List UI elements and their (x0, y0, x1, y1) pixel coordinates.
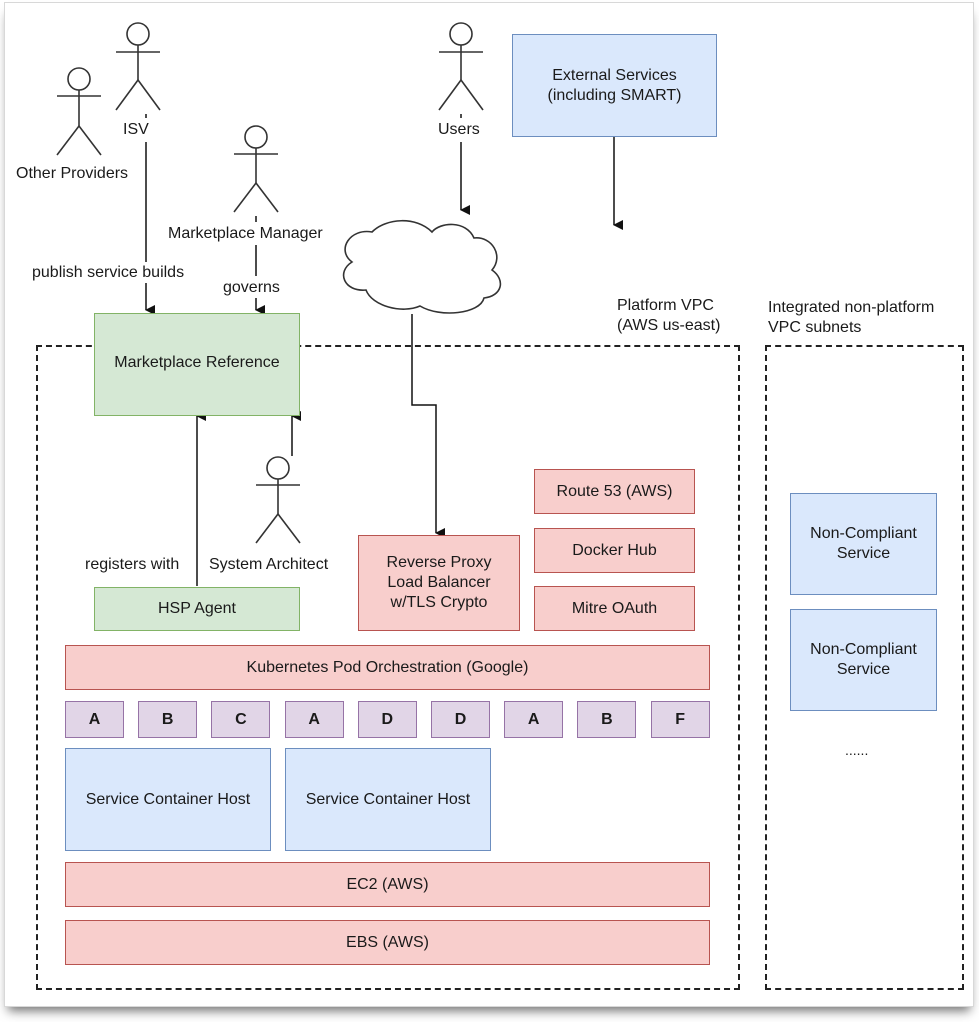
hsp-agent-label: HSP Agent (158, 600, 236, 617)
integrated-vpc-label: Integrated non-platform VPC subnets (768, 298, 934, 338)
external-services-line1: External Services (552, 66, 677, 84)
route53-label: Route 53 (AWS) (556, 482, 673, 500)
pod-3[interactable]: C (211, 701, 271, 738)
pod-label: A (88, 710, 101, 728)
pod-label: F (675, 710, 685, 728)
pod-label: B (161, 710, 174, 728)
reverse-proxy-box[interactable]: Reverse Proxy Load Balancer w/TLS Crypto (358, 535, 520, 631)
edge-label-registers: registers with (85, 556, 180, 573)
kubernetes-label: Kubernetes Pod Orchestration (Google) (246, 658, 529, 676)
mitre-oauth-label: Mitre OAuth (571, 599, 658, 617)
reverse-proxy-line3: w/TLS Crypto (390, 594, 488, 611)
mitre-oauth-box[interactable]: Mitre OAuth (534, 586, 695, 631)
pod-7[interactable]: A (504, 701, 564, 738)
service-container-host-2[interactable]: Service Container Host (285, 748, 491, 851)
non-compliant-2-line2: Service (836, 661, 891, 678)
ebs-bar[interactable]: EBS (AWS) (65, 920, 710, 965)
more-services-ellipsis: ...... (845, 742, 869, 758)
actor-marketplace-manager-icon (233, 125, 279, 213)
pod-label: A (308, 710, 320, 728)
actor-isv-icon (115, 22, 161, 111)
actor-label-isv: ISV (123, 121, 149, 138)
actor-label-marketplace-manager: Marketplace Manager (168, 225, 323, 242)
non-compliant-1-line2: Service (836, 545, 891, 562)
actor-label-users: Users (438, 121, 480, 138)
docker-hub-box[interactable]: Docker Hub (534, 528, 695, 573)
edge-label-publish: publish service builds (32, 264, 185, 281)
external-services-box[interactable]: External Services (including SMART) (512, 34, 717, 137)
pod-label: D (381, 710, 394, 728)
actor-label-other-providers: Other Providers (16, 165, 129, 182)
integrated-vpc-label-line1: Integrated non-platform (768, 299, 935, 316)
marketplace-reference-box[interactable]: Marketplace Reference (94, 313, 300, 416)
reverse-proxy-line2: Load Balancer (387, 574, 491, 591)
hsp-agent-box[interactable]: HSP Agent (94, 587, 300, 631)
integrated-vpc-label-line2: VPC subnets (768, 319, 862, 336)
internet-cloud-icon (342, 220, 502, 314)
non-compliant-1-line1: Non-Compliant (810, 525, 917, 542)
docker-hub-label: Docker Hub (572, 541, 657, 559)
reverse-proxy-line1: Reverse Proxy (386, 554, 492, 571)
edge-label-governs: governs (223, 279, 280, 296)
container-host-2-label: Service Container Host (305, 790, 471, 808)
pod-4[interactable]: A (284, 701, 344, 738)
ec2-label: EC2 (AWS) (346, 875, 429, 893)
actor-users-icon (438, 22, 484, 111)
container-host-1-label: Service Container Host (85, 790, 251, 808)
non-compliant-service-2[interactable]: Non-Compliant Service (790, 609, 937, 711)
actor-system-architect-icon (255, 456, 301, 544)
actor-other-providers-icon (56, 67, 102, 156)
pod-5[interactable]: D (357, 701, 417, 738)
pod-9[interactable]: F (650, 701, 710, 738)
pod-8[interactable]: B (577, 701, 637, 738)
route53-box[interactable]: Route 53 (AWS) (534, 469, 695, 514)
platform-vpc-label-line1: Platform VPC (617, 297, 714, 314)
pod-2[interactable]: B (138, 701, 198, 738)
actor-label-system-architect: System Architect (209, 556, 329, 573)
pod-label: C (235, 710, 247, 728)
marketplace-reference-label: Marketplace Reference (114, 353, 280, 371)
pod-6[interactable]: D (431, 701, 490, 738)
kubernetes-bar[interactable]: Kubernetes Pod Orchestration (Google) (65, 645, 710, 690)
platform-vpc-label: Platform VPC (AWS us-east) (617, 296, 720, 336)
pod-label: B (601, 710, 613, 728)
pod-label: D (454, 710, 467, 728)
ebs-label: EBS (AWS) (346, 933, 429, 951)
external-services-line2: (including SMART) (547, 86, 682, 104)
pod-label: A (527, 710, 540, 728)
platform-vpc-label-line2: (AWS us-east) (617, 317, 721, 334)
service-container-host-1[interactable]: Service Container Host (65, 748, 271, 851)
ec2-bar[interactable]: EC2 (AWS) (65, 862, 710, 907)
non-compliant-2-line1: Non-Compliant (810, 641, 917, 658)
pod-1[interactable]: A (65, 701, 124, 738)
non-compliant-service-1[interactable]: Non-Compliant Service (790, 493, 937, 595)
